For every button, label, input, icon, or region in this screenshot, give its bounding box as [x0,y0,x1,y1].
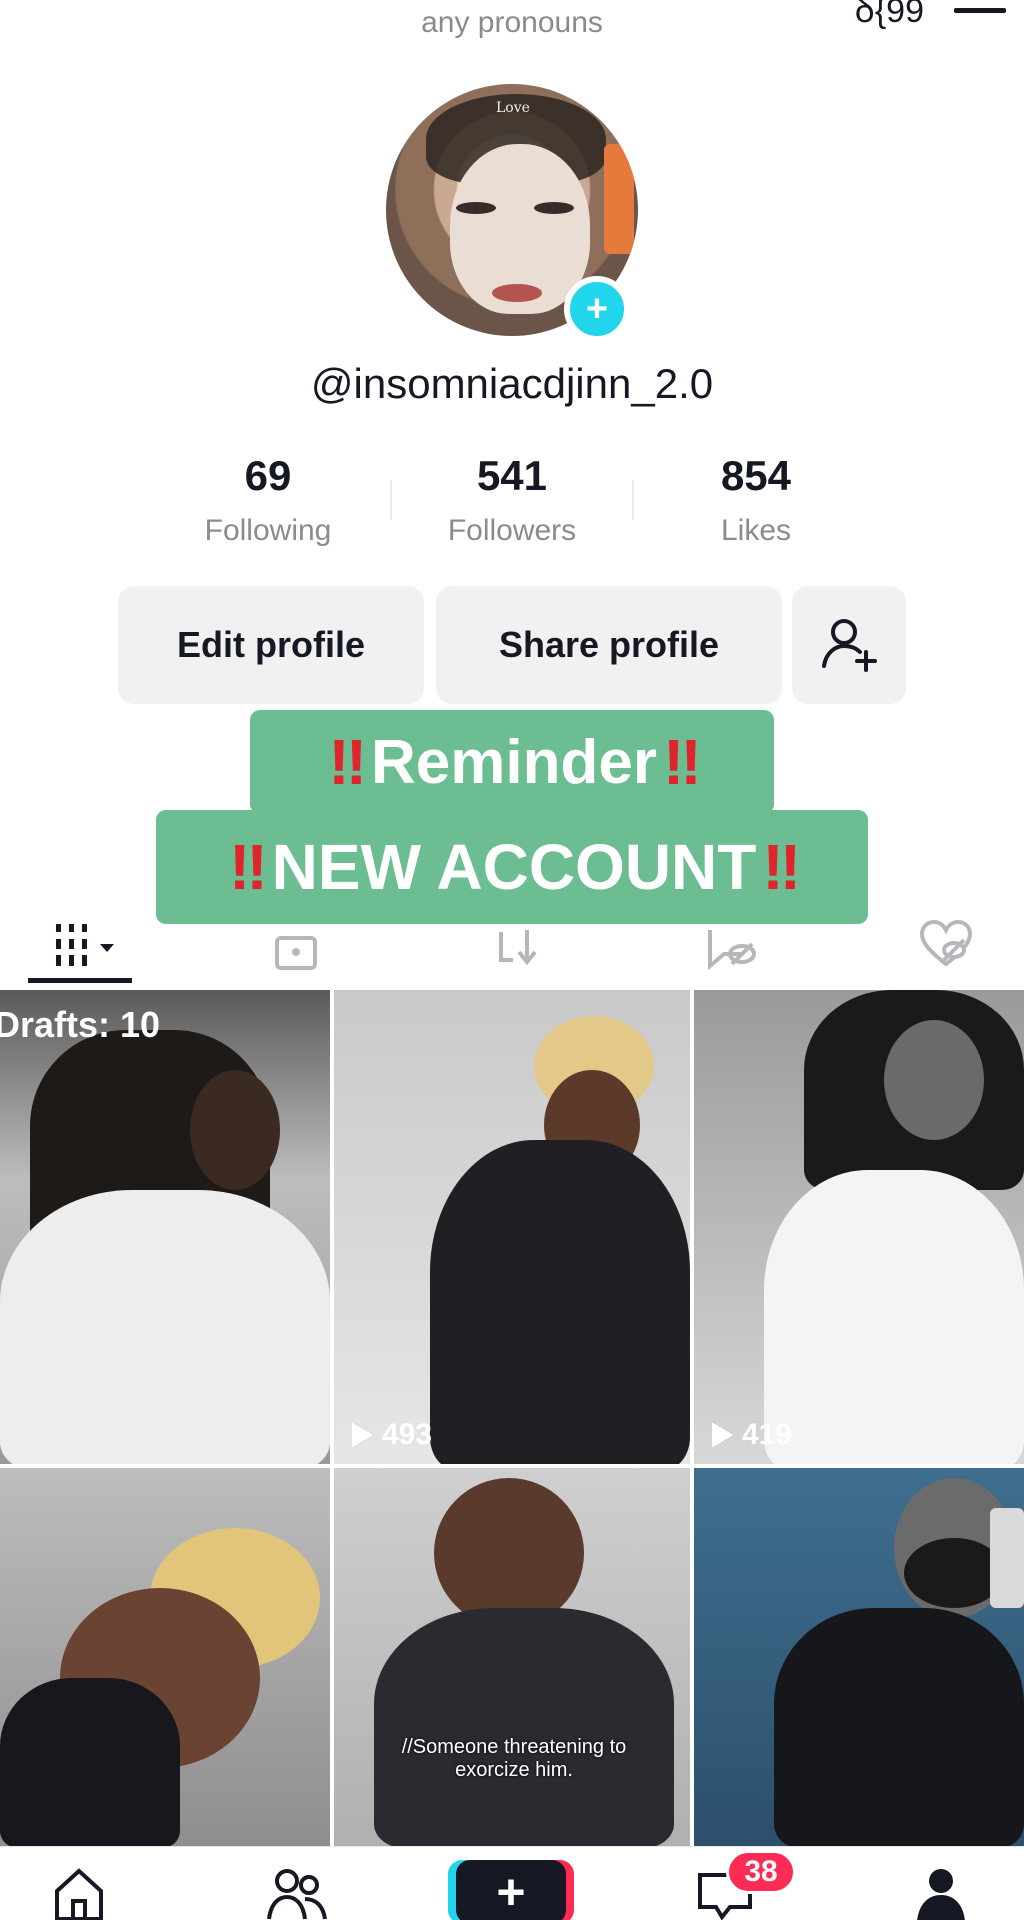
nav-friends[interactable] [262,1865,332,1920]
reminder-text: Reminder [371,727,657,797]
tab-videos[interactable] [32,904,132,986]
add-friends-button[interactable] [792,586,906,704]
menu-icon[interactable] [954,8,1006,13]
header-corner-text: ꝺ{99 [854,0,924,30]
following-label: Following [204,514,332,547]
video-thumbnail[interactable]: 493 [334,990,690,1464]
stat-following[interactable]: 69 Following [158,452,378,548]
avatar-phone [604,144,634,254]
video-thumbnail[interactable]: 419 [694,990,1024,1464]
video-thumbnail[interactable] [0,1468,330,1846]
header-strip: any pronouns ꝺ{99 [0,0,1024,50]
likes-count: 854 [720,452,792,499]
friends-icon [267,1869,327,1920]
reposts-icon [499,930,537,966]
stat-likes[interactable]: 854 Likes [646,452,866,548]
play-icon [712,1422,734,1448]
username: @insomniacdjinn_2.0 [310,360,714,407]
view-count: 493 [352,1418,432,1452]
double-exclamation-icon: ‼ [662,726,702,798]
nav-home[interactable] [44,1865,114,1920]
videos-grid-icon [56,924,114,966]
nav-profile[interactable] [906,1865,976,1920]
new-account-text: NEW ACCOUNT [271,831,757,903]
avatar-eye-left [456,202,496,214]
avatar-eye-right [534,202,574,214]
create-button[interactable]: + [456,1860,566,1920]
new-account-banner: ‼ NEW ACCOUNT ‼ [156,810,868,924]
view-count: 419 [712,1418,792,1452]
edit-profile-button[interactable]: Edit profile [118,586,424,704]
home-icon [55,1868,103,1920]
stat-followers[interactable]: 541 Followers [402,452,622,548]
add-person-icon [822,619,877,672]
stat-divider [632,480,634,520]
liked-hidden-icon [919,920,973,967]
video-thumbnail-drafts[interactable]: Drafts: 10 [0,990,330,1464]
double-exclamation-icon: ‼ [762,831,801,903]
stat-divider [390,480,392,520]
play-icon [352,1422,374,1448]
hidden-icon [708,930,756,970]
double-exclamation-icon: ‼ [229,831,268,903]
add-avatar-plus-icon[interactable]: + [564,276,630,342]
video-thumbnail[interactable] [694,1468,1024,1846]
avatar-overlay-text: Love [496,100,530,116]
private-lock-icon [275,936,317,970]
avatar-lip [492,284,542,302]
following-count: 69 [244,452,292,499]
inbox-badge: 38 [726,1850,796,1894]
share-profile-button[interactable]: Share profile [436,586,782,704]
active-tab-indicator [28,978,132,983]
video-caption: //Someone threatening to exorcize him. [401,1736,627,1781]
video-thumbnail[interactable]: //Someone threatening to exorcize him. [334,1468,690,1846]
likes-label: Likes [720,514,792,547]
double-exclamation-icon: ‼ [328,726,367,798]
drafts-label: Drafts: 10 [0,1004,161,1045]
tab-liked[interactable] [908,904,984,986]
reminder-banner: ‼ Reminder ‼ [250,710,774,814]
profile-icon [917,1869,965,1920]
followers-label: Followers [447,514,577,547]
followers-count: 541 [476,452,548,499]
